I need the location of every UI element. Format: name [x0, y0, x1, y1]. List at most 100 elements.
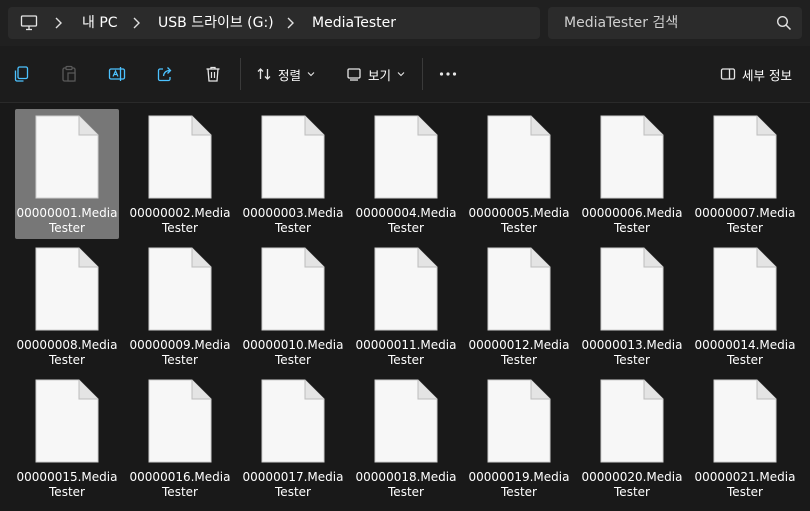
- file-name-line: Tester: [501, 221, 537, 235]
- file-icon: [713, 379, 777, 463]
- file-icon: [713, 115, 777, 199]
- search-input[interactable]: MediaTester 검색: [564, 14, 678, 32]
- file-name-line: 00000018.Media: [355, 470, 457, 484]
- file-item[interactable]: 00000012.Media Tester: [467, 241, 571, 371]
- file-icon: [487, 379, 551, 463]
- file-item[interactable]: 00000007.Media Tester: [693, 109, 797, 239]
- file-name-line: Tester: [614, 485, 650, 499]
- file-icon: [487, 247, 551, 331]
- address-bar[interactable]: 내 PC USB 드라이브 (G:) MediaTester: [8, 7, 540, 39]
- chevron-right-icon[interactable]: [284, 16, 296, 30]
- file-name: 00000017.Media Tester: [241, 470, 345, 500]
- more-options-button[interactable]: [435, 60, 461, 88]
- file-item[interactable]: 00000009.Media Tester: [128, 241, 232, 371]
- file-name: 00000002.Media Tester: [128, 206, 232, 236]
- file-name-line: 00000015.Media: [16, 470, 118, 484]
- file-item[interactable]: 00000013.Media Tester: [580, 241, 684, 371]
- search-icon[interactable]: [776, 15, 792, 31]
- chevron-right-icon[interactable]: [52, 16, 64, 30]
- file-item[interactable]: 00000003.Media Tester: [241, 109, 345, 239]
- breadcrumb-item-mediatester[interactable]: MediaTester: [312, 14, 396, 32]
- file-name-line: Tester: [162, 353, 198, 367]
- file-item[interactable]: 00000020.Media Tester: [580, 373, 684, 503]
- details-label: 세부 정보: [742, 67, 792, 83]
- share-icon: [157, 67, 172, 82]
- file-item[interactable]: 00000018.Media Tester: [354, 373, 458, 503]
- file-icon: [148, 115, 212, 199]
- file-name-line: Tester: [49, 221, 85, 235]
- file-name-line: Tester: [614, 353, 650, 367]
- command-bar: 정렬 보기 세부 정보: [0, 46, 810, 103]
- file-icon: [35, 115, 99, 199]
- computer-icon[interactable]: [20, 14, 38, 32]
- sort-dropdown[interactable]: 정렬: [256, 60, 315, 88]
- file-icon: [374, 247, 438, 331]
- file-item[interactable]: 00000010.Media Tester: [241, 241, 345, 371]
- file-item[interactable]: 00000017.Media Tester: [241, 373, 345, 503]
- file-name-line: Tester: [727, 485, 763, 499]
- file-name-line: 00000020.Media: [581, 470, 683, 484]
- view-label: 보기: [368, 67, 392, 83]
- chevron-right-icon[interactable]: [130, 16, 142, 30]
- file-item[interactable]: 00000015.Media Tester: [15, 373, 119, 503]
- file-name-line: 00000011.Media: [355, 338, 457, 352]
- delete-button[interactable]: [198, 60, 228, 88]
- view-dropdown[interactable]: 보기: [346, 60, 405, 88]
- file-icon: [600, 247, 664, 331]
- file-item[interactable]: 00000002.Media Tester: [128, 109, 232, 239]
- copy-button[interactable]: [6, 60, 36, 88]
- file-name: 00000011.Media Tester: [354, 338, 458, 368]
- file-name: 00000004.Media Tester: [354, 206, 458, 236]
- file-name-line: 00000009.Media: [129, 338, 231, 352]
- file-name: 00000013.Media Tester: [580, 338, 684, 368]
- file-item[interactable]: 00000001.Media Tester: [15, 109, 119, 239]
- file-name: 00000007.Media Tester: [693, 206, 797, 236]
- file-item[interactable]: 00000016.Media Tester: [128, 373, 232, 503]
- file-name: 00000016.Media Tester: [128, 470, 232, 500]
- file-item[interactable]: 00000008.Media Tester: [15, 241, 119, 371]
- paste-button[interactable]: [54, 60, 84, 88]
- file-name-line: Tester: [501, 485, 537, 499]
- file-name: 00000010.Media Tester: [241, 338, 345, 368]
- file-icon: [148, 379, 212, 463]
- breadcrumb-item-usb-drive[interactable]: USB 드라이브 (G:): [158, 14, 274, 32]
- file-name-line: Tester: [162, 221, 198, 235]
- file-icon: [374, 115, 438, 199]
- file-item[interactable]: 00000019.Media Tester: [467, 373, 571, 503]
- file-name-line: 00000014.Media: [694, 338, 796, 352]
- file-name: 00000001.Media Tester: [15, 206, 119, 236]
- file-icon: [713, 247, 777, 331]
- file-name-line: 00000013.Media: [581, 338, 683, 352]
- file-name-line: Tester: [49, 485, 85, 499]
- file-name: 00000005.Media Tester: [467, 206, 571, 236]
- file-name-line: 00000008.Media: [16, 338, 118, 352]
- rename-icon: [108, 67, 126, 81]
- file-item[interactable]: 00000004.Media Tester: [354, 109, 458, 239]
- file-name-line: 00000003.Media: [242, 206, 344, 220]
- details-pane-button[interactable]: 세부 정보: [720, 60, 792, 88]
- file-name-line: 00000012.Media: [468, 338, 570, 352]
- file-grid: 00000001.Media Tester 00000002.Media Tester…: [0, 102, 810, 511]
- file-name: 00000009.Media Tester: [128, 338, 232, 368]
- file-name-line: Tester: [49, 353, 85, 367]
- more-icon: [439, 72, 457, 76]
- toolbar-divider: [422, 58, 423, 90]
- file-name: 00000021.Media Tester: [693, 470, 797, 500]
- file-item[interactable]: 00000021.Media Tester: [693, 373, 797, 503]
- file-item[interactable]: 00000011.Media Tester: [354, 241, 458, 371]
- file-icon: [35, 247, 99, 331]
- file-name-line: 00000010.Media: [242, 338, 344, 352]
- breadcrumb-item-this-pc[interactable]: 내 PC: [82, 14, 118, 32]
- share-button[interactable]: [150, 60, 180, 88]
- file-icon: [261, 379, 325, 463]
- file-item[interactable]: 00000005.Media Tester: [467, 109, 571, 239]
- file-icon: [261, 247, 325, 331]
- file-name: 00000019.Media Tester: [467, 470, 571, 500]
- file-item[interactable]: 00000014.Media Tester: [693, 241, 797, 371]
- file-item[interactable]: 00000006.Media Tester: [580, 109, 684, 239]
- search-box[interactable]: MediaTester 검색: [548, 7, 802, 39]
- toolbar-divider: [240, 58, 241, 90]
- file-name: 00000020.Media Tester: [580, 470, 684, 500]
- file-name-line: Tester: [388, 353, 424, 367]
- rename-button[interactable]: [102, 60, 132, 88]
